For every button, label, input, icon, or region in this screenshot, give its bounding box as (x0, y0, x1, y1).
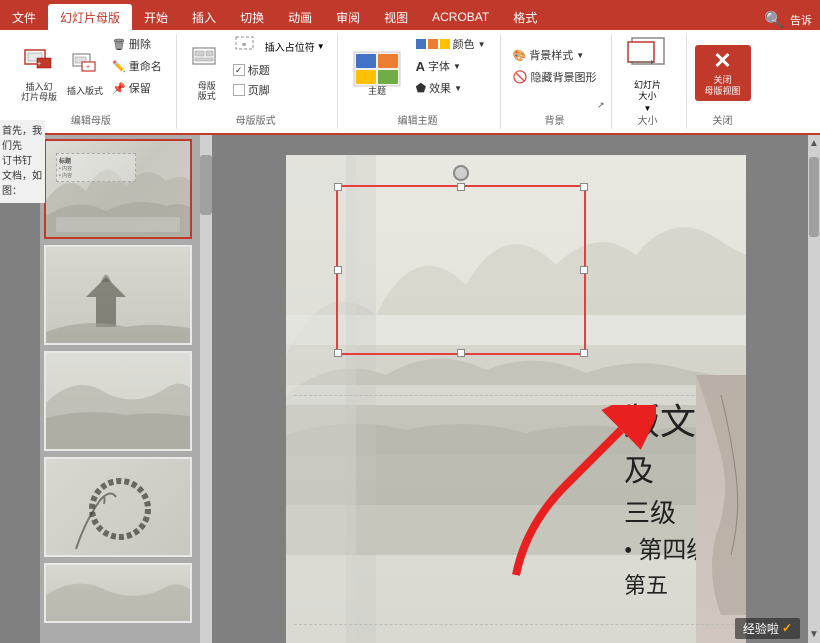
background-expand-icon[interactable]: ↗ (597, 100, 605, 111)
background-style-button[interactable]: 🎨 背景样式 ▼ (509, 45, 601, 65)
size-label: 大小 (638, 112, 658, 127)
ribbon-group-background: 🎨 背景样式 ▼ 🚫 隐藏背景图形 ↗ 背景 (501, 34, 612, 129)
svg-text:+: + (37, 61, 41, 68)
title-checkbox[interactable]: 标题 (233, 62, 327, 78)
hide-bg-icon: 🚫 (513, 70, 528, 84)
tab-file[interactable]: 文件 (0, 4, 48, 30)
scroll-thumb-canvas[interactable] (809, 157, 819, 237)
close-label: 关闭 (713, 112, 733, 127)
master-layout-button[interactable]: 母版版式 (185, 43, 229, 105)
slide-panel-scrollbar[interactable] (200, 135, 212, 643)
handle-bl[interactable] (334, 349, 342, 357)
tab-review[interactable]: 审阅 (324, 4, 372, 30)
watermark: 经验啦 ✓ (735, 618, 800, 639)
handle-tr[interactable] (580, 183, 588, 191)
slide-item-4[interactable] (44, 457, 196, 557)
handle-ml[interactable] (334, 266, 342, 274)
handle-br[interactable] (580, 349, 588, 357)
bottom-dashed (294, 624, 734, 625)
ribbon-tabs: 文件 幻灯片母版 开始 插入 切换 动画 审阅 视图 ACROBAT 格式 🔍 … (0, 0, 820, 30)
rename-button[interactable]: ✏️ 重命名 (108, 56, 166, 76)
svg-text:≡: ≡ (242, 42, 246, 49)
edit-theme-label: 编辑主题 (398, 112, 438, 127)
ribbon-group-edit-theme: 主题 颜色 ▼ A 字体 (338, 34, 501, 129)
footer-check-box (233, 84, 245, 96)
ribbon-group-edit-master: + 插入幻灯片母版 + 插入版式 (8, 34, 177, 129)
preserve-button[interactable]: 📌 保留 (108, 78, 166, 98)
close-x-icon: ✕ (713, 50, 731, 72)
hide-bg-graphics-button[interactable]: 🚫 隐藏背景图形 (509, 67, 601, 87)
handle-tc[interactable] (457, 183, 465, 191)
left-sidebar-text: 首先，我们先 订书钉 文档，如图： (0, 120, 45, 203)
ribbon-group-size: 幻灯片大小 ▼ 大小 (612, 34, 687, 129)
edit-master-label: 编辑母版 (71, 112, 111, 127)
tab-view[interactable]: 视图 (372, 4, 420, 30)
rotate-handle[interactable] (453, 165, 469, 181)
preserve-icon: 📌 (112, 82, 126, 95)
handle-tl[interactable] (334, 183, 342, 191)
title-check-box (233, 64, 245, 76)
bg-style-icon: 🎨 (513, 49, 527, 62)
fonts-button[interactable]: A 字体 ▼ (412, 56, 490, 76)
canvas-scrollbar[interactable]: ▲ ▼ (808, 135, 820, 643)
insert-layout-button[interactable]: + 插入版式 (64, 48, 106, 99)
background-label: 背景 (545, 112, 565, 127)
footer-checkbox[interactable]: 页脚 (233, 82, 327, 98)
alert-text: 告诉 (790, 12, 812, 28)
ribbon-group-close: ✕ 关闭母版视图 关闭 (687, 34, 757, 129)
tab-start[interactable]: 开始 (132, 4, 180, 30)
scroll-up-arrow[interactable]: ▲ (806, 135, 820, 152)
fonts-icon: A (416, 59, 425, 74)
tab-master[interactable]: 幻灯片母版 (48, 4, 132, 30)
delete-icon: 🗑 (112, 38, 126, 51)
slide-item-3[interactable] (44, 351, 196, 451)
slide-item-1[interactable]: 1 标题 • 内容 • 内容 (44, 139, 196, 239)
ribbon-group-master-layout: 母版版式 ≡ 插入占位符 ▼ 标题 (177, 34, 338, 129)
tab-format[interactable]: 格式 (501, 4, 549, 30)
tab-animation[interactable]: 动画 (276, 4, 324, 30)
red-arrow (436, 405, 656, 585)
close-master-view-button[interactable]: ✕ 关闭母版视图 (695, 45, 751, 101)
effects-button[interactable]: ⬟ 效果 ▼ (412, 78, 490, 98)
slide-size-button[interactable]: 幻灯片大小 ▼ (620, 34, 676, 113)
rename-icon: ✏️ (112, 60, 126, 73)
insert-layout-icon: + (71, 50, 99, 82)
insert-slide-master-button[interactable]: + 插入幻灯片母版 (16, 42, 62, 106)
scroll-down-arrow[interactable]: ▼ (806, 626, 820, 643)
slide-panel: 1 标题 • 内容 • 内容 (40, 135, 200, 643)
tab-insert[interactable]: 插入 (180, 4, 228, 30)
right-image-strip (696, 375, 746, 643)
handle-mr[interactable] (580, 266, 588, 274)
svg-text:+: + (86, 64, 90, 71)
slide-canvas: 版文才 及 三级 • 第四级 第五 (286, 155, 746, 643)
insert-placeholder-button[interactable]: ≡ 插入占位符 ▼ (233, 34, 327, 58)
watermark-check-icon: ✓ (782, 621, 792, 635)
effects-icon: ⬟ (416, 81, 426, 95)
slide-item-2[interactable] (44, 245, 196, 345)
ribbon-content: + 插入幻灯片母版 + 插入版式 (0, 30, 820, 135)
theme-button[interactable]: 主题 (346, 48, 408, 98)
svg-text:主题: 主题 (368, 85, 386, 96)
slide-item-5[interactable] (44, 563, 196, 623)
tab-acrobat[interactable]: ACROBAT (420, 4, 501, 30)
search-icon[interactable]: 🔍 (764, 10, 784, 30)
master-layout-label: 母版版式 (236, 112, 276, 127)
colors-button[interactable]: 颜色 ▼ (412, 34, 490, 54)
tab-cut[interactable]: 切换 (228, 4, 276, 30)
main-area: 首先，我们先 订书钉 文档，如图： 1 标题 • 内容 (0, 135, 820, 643)
ribbon: 文件 幻灯片母版 开始 插入 切换 动画 审阅 视图 ACROBAT 格式 🔍 … (0, 0, 820, 135)
insert-slide-master-icon: + (23, 44, 55, 80)
slide-canvas-area: 版文才 及 三级 • 第四级 第五 (212, 135, 820, 643)
delete-button[interactable]: 🗑 删除 (108, 34, 166, 54)
handle-bc[interactable] (457, 349, 465, 357)
selection-box[interactable] (336, 185, 586, 355)
